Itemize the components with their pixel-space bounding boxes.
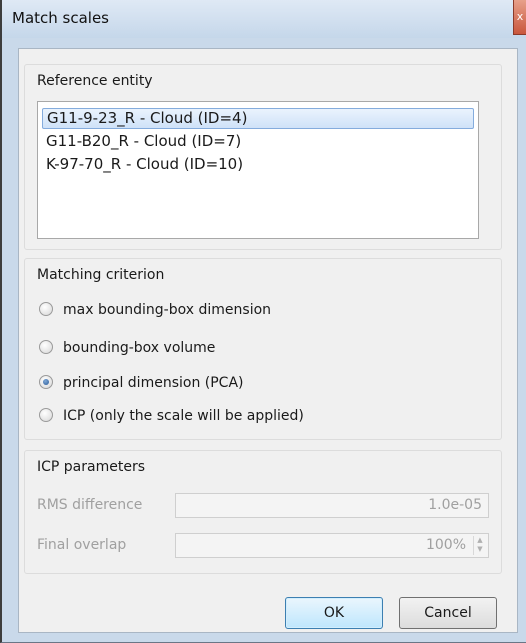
ok-button[interactable]: OK (285, 597, 383, 629)
list-item[interactable]: G11-9-23_R - Cloud (ID=4) (42, 108, 474, 129)
close-icon[interactable]: x (513, 0, 526, 35)
icp-parameters-title: ICP parameters (37, 459, 146, 475)
final-overlap-value: 100% (425, 537, 466, 553)
icp-parameters-group: ICP parameters RMS difference 1.0e-05 Fi… (24, 450, 502, 574)
spin-down-icon[interactable]: ▼ (474, 545, 486, 554)
radio-label: bounding-box volume (63, 340, 216, 356)
radio-button[interactable] (39, 340, 53, 354)
cancel-button[interactable]: Cancel (399, 597, 497, 629)
radio-button-selected[interactable] (39, 375, 53, 389)
match-scales-dialog: Match scales x Reference entity G11-9-23… (0, 0, 526, 643)
radio-label: max bounding-box dimension (63, 302, 272, 318)
radio-button[interactable] (39, 408, 53, 422)
spin-up-icon[interactable]: ▲ (474, 536, 486, 545)
list-item[interactable]: K-97-70_R - Cloud (ID=10) (42, 154, 474, 175)
reference-entity-group: Reference entity G11-9-23_R - Cloud (ID=… (24, 64, 502, 250)
list-item[interactable]: G11-B20_R - Cloud (ID=7) (42, 131, 474, 152)
rms-difference-field[interactable]: 1.0e-05 (175, 493, 489, 518)
title-bar[interactable]: Match scales x (2, 0, 526, 38)
radio-button[interactable] (39, 302, 53, 316)
rms-difference-label: RMS difference (37, 497, 143, 513)
reference-entity-title: Reference entity (37, 73, 153, 89)
reference-entity-list[interactable]: G11-9-23_R - Cloud (ID=4) G11-B20_R - Cl… (37, 101, 479, 239)
matching-criterion-title: Matching criterion (37, 267, 165, 283)
window-title: Match scales (12, 9, 110, 27)
matching-criterion-group: Matching criterion max bounding-box dime… (24, 258, 502, 440)
spinner-arrows[interactable]: ▲ ▼ (473, 536, 486, 555)
radio-label: principal dimension (PCA) (63, 375, 244, 391)
final-overlap-spinbox[interactable]: 100% ▲ ▼ (175, 533, 489, 558)
rms-difference-value: 1.0e-05 (428, 497, 482, 513)
final-overlap-label: Final overlap (37, 537, 127, 553)
radio-label: ICP (only the scale will be applied) (63, 408, 304, 424)
